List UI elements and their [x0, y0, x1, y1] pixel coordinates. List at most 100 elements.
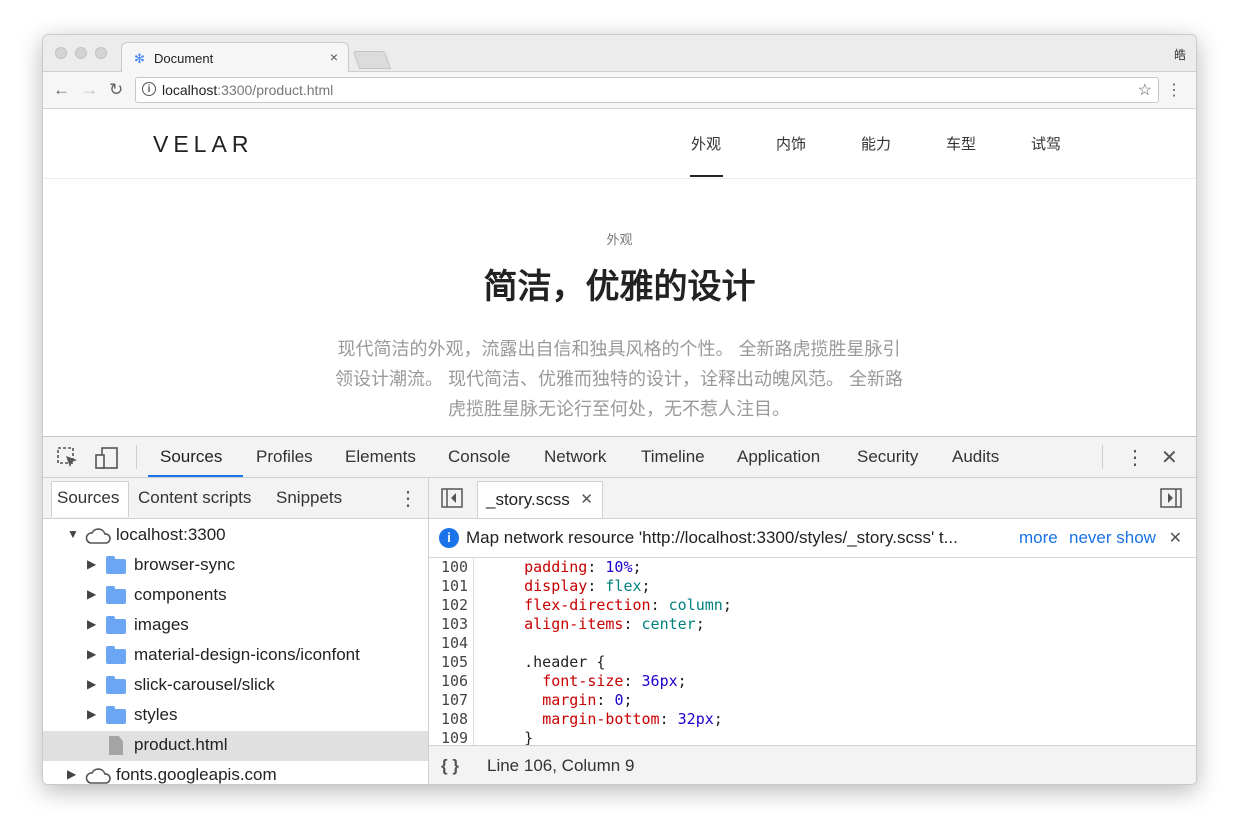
tree-item[interactable]: ▶ fonts.googleapis.com: [43, 761, 428, 784]
code-area[interactable]: 100 padding: 10%; 101 display: flex; 102 f…: [429, 558, 1196, 745]
pretty-print-button[interactable]: { }: [441, 756, 459, 776]
tree-item[interactable]: ▶ browser-sync: [43, 551, 428, 581]
code-line[interactable]: 107 margin: 0;: [429, 691, 1196, 710]
code-line[interactable]: 100 padding: 10%;: [429, 558, 1196, 577]
minimize-window-button[interactable]: [75, 47, 87, 59]
code-text: margin-bottom: 32px;: [488, 710, 723, 728]
expand-arrow-icon[interactable]: ▶: [67, 767, 76, 781]
tab-audits[interactable]: Audits: [952, 447, 999, 467]
nav-item-models[interactable]: 车型: [946, 133, 976, 154]
more-vert-icon[interactable]: ⋮: [1125, 445, 1145, 470]
star-icon[interactable]: ☆: [1138, 80, 1152, 100]
url-text[interactable]: localhost:3300/product.html: [162, 82, 333, 98]
new-tab-button[interactable]: [352, 51, 392, 69]
tab-title: Document: [154, 51, 214, 66]
expand-arrow-icon[interactable]: ▶: [87, 677, 96, 691]
tab-profiles[interactable]: Profiles: [256, 447, 313, 467]
expand-arrow-icon[interactable]: ▶: [87, 557, 96, 571]
editor-tabbar: _story.scss ✕: [429, 478, 1196, 519]
nav-item-capability[interactable]: 能力: [861, 133, 891, 154]
toolbar-divider: [1102, 445, 1103, 469]
tab-security[interactable]: Security: [857, 447, 918, 467]
tree-item[interactable]: ▶ slick-carousel/slick: [43, 671, 428, 701]
reload-icon[interactable]: ↻: [109, 80, 123, 100]
css-property: padding: [524, 558, 588, 576]
cloud-icon: [85, 528, 111, 544]
more-vert-icon[interactable]: ⋮: [1166, 80, 1182, 100]
code-line[interactable]: 108 margin-bottom: 32px;: [429, 710, 1196, 729]
expand-arrow-icon[interactable]: ▶: [87, 587, 96, 601]
code-text: flex-direction: column;: [488, 596, 732, 614]
close-window-button[interactable]: [55, 47, 67, 59]
tree-item-selected[interactable]: product.html: [43, 731, 428, 761]
css-property: display: [524, 577, 588, 595]
toggle-debugger-icon[interactable]: [1160, 488, 1182, 513]
code-line[interactable]: 102 flex-direction: column;: [429, 596, 1196, 615]
tree-item[interactable]: ▶ material-design-icons/iconfont: [43, 641, 428, 671]
tab-sources[interactable]: Sources: [160, 447, 222, 467]
code-text: align-items: center;: [488, 615, 705, 633]
address-bar[interactable]: i localhost:3300/product.html ☆: [135, 77, 1159, 103]
css-value: 32px: [677, 710, 714, 728]
code-line[interactable]: 106 font-size: 36px;: [429, 672, 1196, 691]
tab-elements[interactable]: Elements: [345, 447, 416, 467]
code-line[interactable]: 101 display: flex;: [429, 577, 1196, 596]
tab-timeline[interactable]: Timeline: [641, 447, 705, 467]
browser-tab[interactable]: ✻ Document ×: [121, 42, 349, 72]
code-line[interactable]: 105 .header {: [429, 653, 1196, 672]
tree-item[interactable]: ▼ localhost:3300: [43, 521, 428, 551]
infobar-message: Map network resource 'http://localhost:3…: [466, 528, 958, 547]
folder-icon: [106, 586, 126, 604]
nav-item-interior[interactable]: 内饰: [776, 133, 806, 154]
navigator-tab-content-scripts[interactable]: Content scripts: [138, 488, 251, 508]
tree-item[interactable]: ▶ components: [43, 581, 428, 611]
nav-item-test-drive[interactable]: 试驾: [1031, 133, 1061, 154]
zoom-window-button[interactable]: [95, 47, 107, 59]
navigator-tab-snippets[interactable]: Snippets: [276, 488, 342, 508]
back-icon[interactable]: ←: [53, 80, 70, 100]
toggle-navigator-icon[interactable]: [441, 488, 463, 513]
code-text: padding: 10%;: [488, 558, 641, 576]
inspect-element-icon[interactable]: [57, 447, 79, 474]
site-logo[interactable]: VELAR: [153, 131, 253, 158]
close-file-icon[interactable]: ✕: [580, 490, 593, 508]
never-show-link[interactable]: never show: [1069, 528, 1156, 548]
expand-arrow-icon[interactable]: ▶: [87, 617, 96, 631]
device-toolbar-icon[interactable]: [95, 447, 119, 474]
expand-arrow-icon[interactable]: ▶: [87, 647, 96, 661]
css-property: margin: [542, 691, 597, 709]
code-line[interactable]: 103 align-items: center;: [429, 615, 1196, 634]
code-line[interactable]: 109 }: [429, 729, 1196, 745]
code-line[interactable]: 104: [429, 634, 1196, 653]
section-description: 现代简洁的外观，流露出自信和独具风格的个性。 全新路虎揽胜星脉引 领设计潮流。 …: [301, 334, 937, 424]
source-editor: _story.scss ✕ i Map network resource 'ht…: [429, 478, 1196, 784]
nav-active-indicator: [690, 175, 723, 177]
line-number: 106: [441, 672, 469, 690]
devtools-panel: Sources Profiles Elements Console Networ…: [43, 436, 1196, 784]
tab-console[interactable]: Console: [448, 447, 510, 467]
info-icon[interactable]: i: [142, 82, 156, 96]
line-number: 101: [441, 577, 469, 595]
nav-item-exterior[interactable]: 外观: [691, 133, 721, 154]
editor-file-tab[interactable]: _story.scss ✕: [477, 481, 603, 518]
close-devtools-icon[interactable]: ✕: [1161, 445, 1178, 470]
expand-arrow-icon[interactable]: ▼: [67, 527, 79, 541]
folder-icon: [106, 676, 126, 694]
close-infobar-icon[interactable]: ✕: [1169, 528, 1182, 548]
close-tab-icon[interactable]: ×: [330, 49, 338, 65]
forward-icon[interactable]: →: [81, 80, 98, 100]
tab-application[interactable]: Application: [737, 447, 820, 467]
tab-network[interactable]: Network: [544, 447, 606, 467]
expand-arrow-icon[interactable]: ▶: [87, 707, 96, 721]
tree-item[interactable]: ▶ images: [43, 611, 428, 641]
more-vert-icon[interactable]: ⋮: [398, 486, 418, 511]
navigator-tab-sources[interactable]: Sources: [57, 488, 119, 508]
source-map-infobar: i Map network resource 'http://localhost…: [429, 519, 1196, 558]
more-link[interactable]: more: [1019, 528, 1058, 548]
profile-button[interactable]: 皓: [1174, 46, 1186, 63]
tree-item[interactable]: ▶ styles: [43, 701, 428, 731]
tree-item-label: browser-sync: [134, 555, 236, 574]
